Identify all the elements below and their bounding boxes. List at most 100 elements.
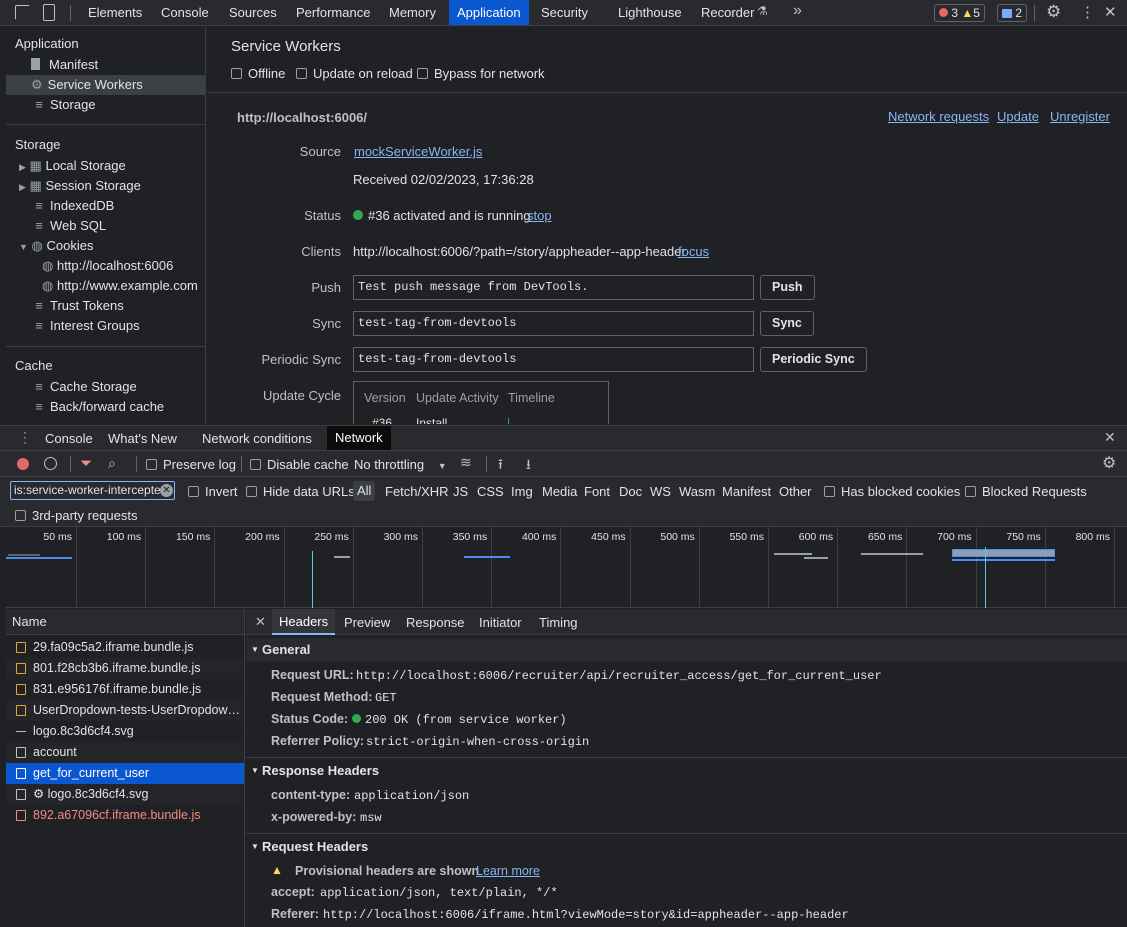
type-filter-ws[interactable]: WS	[650, 484, 671, 499]
tab-memory[interactable]: Memory	[389, 0, 436, 25]
type-filter-fetch-xhr[interactable]: Fetch/XHR	[385, 484, 449, 499]
messages-counter[interactable]: 2	[997, 4, 1028, 22]
type-filter-img[interactable]: Img	[511, 484, 533, 499]
tab-timing[interactable]: Timing	[539, 615, 578, 630]
has-blocked-cookies-checkbox[interactable]: Has blocked cookies	[824, 484, 960, 499]
stop-link[interactable]: stop	[527, 208, 552, 223]
drawer-tab-network-conditions[interactable]: Network conditions	[202, 431, 312, 446]
sidebar-item-manifest[interactable]: Manifest	[31, 55, 98, 75]
section-request-headers[interactable]: ▼ Request Headers	[246, 835, 1127, 859]
sync-button[interactable]: Sync	[760, 311, 814, 336]
push-message-input[interactable]: Test push message from DevTools.	[353, 275, 754, 300]
offline-checkbox[interactable]: Offline	[231, 66, 285, 81]
column-header-name[interactable]: Name	[6, 609, 244, 635]
periodic-sync-tag-input[interactable]: test-tag-from-devtools	[353, 347, 754, 372]
clear-icon[interactable]	[44, 457, 57, 470]
tab-security[interactable]: Security	[541, 0, 588, 25]
drawer-tab-network[interactable]: Network	[327, 426, 391, 450]
tab-lighthouse[interactable]: Lighthouse	[618, 0, 682, 25]
sidebar-item-service-workers[interactable]: ⚙ Service Workers	[6, 75, 205, 95]
tab-response[interactable]: Response	[406, 615, 465, 630]
type-filter-manifest[interactable]: Manifest	[722, 484, 771, 499]
request-row[interactable]: 892.a67096cf.iframe.bundle.js	[6, 805, 244, 826]
issue-counter[interactable]: 3 ▲5	[934, 4, 985, 22]
type-filter-media[interactable]: Media	[542, 484, 577, 499]
drawer-tab-console[interactable]: Console	[45, 431, 93, 446]
sidebar-item-storage[interactable]: ≡ Storage	[31, 95, 95, 115]
clear-filter-icon[interactable]: ✕	[160, 484, 173, 497]
blocked-requests-checkbox[interactable]: Blocked Requests	[965, 484, 1087, 499]
tab-performance[interactable]: Performance	[296, 0, 370, 25]
search-icon[interactable]: ⌕	[108, 455, 116, 472]
request-row[interactable]: get_for_current_user	[6, 763, 244, 784]
network-settings-gear-icon[interactable]: ⚙	[1102, 453, 1116, 473]
update-link[interactable]: Update	[997, 109, 1039, 124]
request-row[interactable]: account	[6, 742, 244, 763]
disable-cache-checkbox[interactable]: Disable cache	[250, 457, 349, 472]
section-general[interactable]: ▼ General	[246, 638, 1127, 662]
drawer-tab-whats-new[interactable]: What's New	[108, 431, 177, 446]
type-filter-all[interactable]: All	[353, 481, 376, 501]
request-row[interactable]: logo.8c3d6cf4.svg	[6, 721, 244, 742]
import-har-icon[interactable]: ⭱	[498, 454, 503, 478]
learn-more-link[interactable]: Learn more	[476, 864, 540, 878]
focus-link[interactable]: focus	[678, 244, 709, 259]
update-on-reload-checkbox[interactable]: Update on reload	[296, 66, 413, 81]
tab-initiator[interactable]: Initiator	[479, 615, 522, 630]
network-overview-timeline[interactable]: 50 ms 100 ms 150 ms 200 ms 250 ms 300 ms 350 m…	[6, 527, 1127, 608]
request-row[interactable]: ⚙ logo.8c3d6cf4.svg	[6, 784, 244, 805]
periodic-sync-button[interactable]: Periodic Sync	[760, 347, 867, 372]
filter-input[interactable]: is:service-worker-intercepted	[10, 481, 175, 500]
sidebar-item-cookie-localhost[interactable]: ◍ http://localhost:6006	[42, 256, 173, 276]
tab-preview[interactable]: Preview	[344, 615, 390, 630]
more-tabs-button[interactable]: »	[793, 2, 802, 20]
settings-gear-icon[interactable]: ⚙	[1046, 2, 1061, 22]
expand-arrow-icon[interactable]: ▶	[19, 182, 26, 192]
close-devtools-button[interactable]: ✕	[1104, 3, 1117, 21]
throttling-select[interactable]: No throttling ▼	[354, 457, 447, 472]
tab-sources[interactable]: Sources	[229, 0, 277, 25]
sidebar-item-web-sql[interactable]: ≡ Web SQL	[31, 216, 106, 236]
bypass-network-checkbox[interactable]: Bypass for network	[417, 66, 545, 81]
request-row[interactable]: UserDropdown-tests-UserDropdown-stories.…	[6, 700, 244, 721]
kebab-menu-icon[interactable]: ⋮	[1080, 3, 1095, 21]
record-icon[interactable]	[17, 458, 29, 470]
sidebar-item-interest-groups[interactable]: ≡ Interest Groups	[31, 316, 139, 336]
tab-elements[interactable]: Elements	[88, 0, 142, 25]
drawer-menu-icon[interactable]: ⋮	[18, 429, 32, 446]
collapse-arrow-icon[interactable]: ▼	[19, 242, 28, 252]
sidebar-item-session-storage[interactable]: ▶ ▦ Session Storage	[19, 176, 141, 196]
device-toolbar-icon[interactable]	[43, 4, 55, 21]
close-drawer-icon[interactable]: ✕	[1104, 429, 1116, 446]
sidebar-item-trust-tokens[interactable]: ≡ Trust Tokens	[31, 296, 124, 316]
tab-recorder[interactable]: Recorder	[701, 0, 754, 25]
type-filter-doc[interactable]: Doc	[619, 484, 642, 499]
inspect-element-icon[interactable]	[15, 5, 30, 20]
third-party-checkbox[interactable]: 3rd-party requests	[15, 508, 138, 523]
push-button[interactable]: Push	[760, 275, 815, 300]
unregister-link[interactable]: Unregister	[1050, 109, 1110, 124]
sidebar-item-bfcache[interactable]: ≡ Back/forward cache	[31, 397, 164, 417]
network-conditions-icon[interactable]: ≋	[460, 454, 472, 471]
invert-checkbox[interactable]: Invert	[188, 484, 238, 499]
filter-icon[interactable]: ⏷	[80, 455, 92, 472]
type-filter-js[interactable]: JS	[453, 484, 468, 499]
tab-headers[interactable]: Headers	[272, 609, 336, 635]
type-filter-wasm[interactable]: Wasm	[679, 484, 715, 499]
sidebar-item-cookie-example[interactable]: ◍ http://www.example.com	[42, 276, 198, 296]
request-row[interactable]: 29.fa09c5a2.iframe.bundle.js	[6, 637, 244, 658]
type-filter-css[interactable]: CSS	[477, 484, 504, 499]
type-filter-other[interactable]: Other	[779, 484, 812, 499]
sidebar-item-cookies[interactable]: ▼ ◍ Cookies	[19, 236, 93, 256]
request-row[interactable]: 801.f28cb3b6.iframe.bundle.js	[6, 658, 244, 679]
close-details-icon[interactable]: ✕	[255, 614, 266, 630]
sidebar-item-cache-storage[interactable]: ≡ Cache Storage	[31, 377, 137, 397]
preserve-log-checkbox[interactable]: Preserve log	[146, 457, 236, 472]
hide-data-urls-checkbox[interactable]: Hide data URLs	[246, 484, 355, 499]
tab-console[interactable]: Console	[161, 0, 209, 25]
tab-application[interactable]: Application	[449, 0, 529, 25]
type-filter-font[interactable]: Font	[584, 484, 610, 499]
sync-tag-input[interactable]: test-tag-from-devtools	[353, 311, 754, 336]
network-requests-link[interactable]: Network requests	[888, 109, 989, 124]
export-har-icon[interactable]: ⭳	[526, 454, 531, 478]
